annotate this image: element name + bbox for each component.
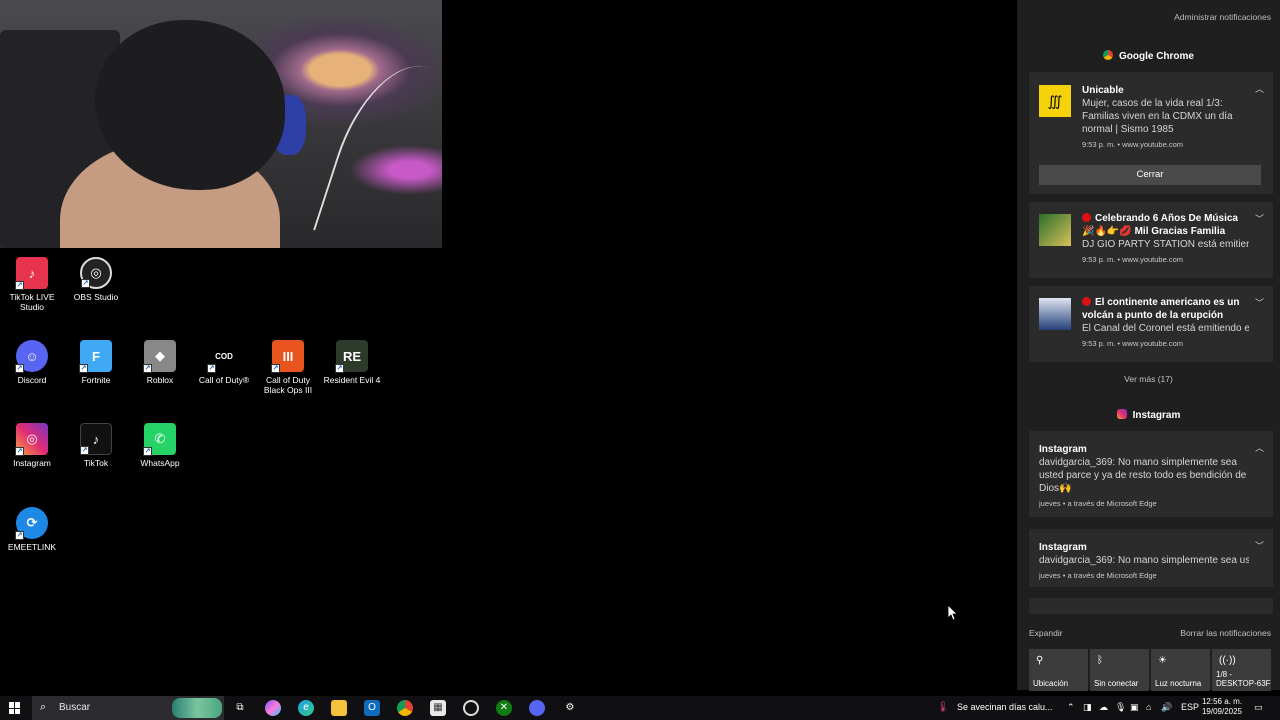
chevron-up-icon[interactable]: ⌃ <box>1067 702 1075 713</box>
tiktok-live-icon: ♪ ↗ <box>15 257 48 290</box>
bluetooth-icon: ᛒ <box>1097 655 1103 666</box>
thermometer-icon: 🌡 <box>936 702 950 713</box>
sun-icon: ☀ <box>1158 655 1167 666</box>
windows-start-icon[interactable] <box>9 702 21 714</box>
project-icon: ((·)) <box>1219 655 1236 666</box>
webcam-overlay <box>0 0 442 248</box>
onedrive-icon[interactable]: ☁ <box>1099 702 1108 713</box>
roblox-icon: ◆ ↗ <box>143 340 176 373</box>
whatsapp-icon: ✆ ↗ <box>143 423 176 456</box>
settings-gear-icon[interactable]: ⚙ <box>562 700 578 716</box>
xbox-icon[interactable]: ✕ <box>496 700 512 716</box>
notification-card-unicable[interactable]: ∭ Unicable Mujer, casos de la vida real … <box>1029 72 1273 194</box>
taskbar: ⌕ Buscar ⧉ e O ▦ ✕ ⚙ 🌡 Se avecinan días … <box>0 696 1280 720</box>
channel-avatar <box>1039 214 1071 246</box>
instagram-group-header[interactable]: Instagram <box>1017 409 1280 421</box>
notification-card-instagram-2[interactable]: Instagram davidgarcia_369: No mano simpl… <box>1029 529 1273 587</box>
desktop-icon-call-of-duty[interactable]: COD ↗ Call of Duty® <box>192 340 256 385</box>
desktop-icon-instagram[interactable]: ◎ ↗ Instagram <box>0 423 64 468</box>
desktop-icon-tiktok-live-studio[interactable]: ♪ ↗ TikTok LIVE Studio <box>0 257 64 312</box>
collapse-chevron-icon[interactable]: ︿ <box>1255 82 1264 95</box>
resident-evil-icon: RE ↗ <box>335 340 368 373</box>
instagram-icon: ◎ ↗ <box>15 423 48 456</box>
quick-action-project[interactable]: ((·)) 1/8 - DESKTOP-63F <box>1212 649 1271 691</box>
close-notification-button[interactable]: Cerrar <box>1039 165 1261 185</box>
clock[interactable]: 12:56 a. m. 19/09/2025 <box>1200 697 1244 717</box>
clear-all-notifications-button[interactable]: Borrar las notificaciones <box>1180 628 1271 638</box>
expand-chevron-icon[interactable]: ﹀ <box>1255 296 1264 309</box>
quick-action-night-light[interactable]: ☀ Luz nocturna <box>1151 649 1210 691</box>
instagram-icon <box>1116 409 1127 419</box>
manage-notifications-link[interactable]: Administrar notificaciones <box>1174 12 1271 22</box>
desktop-icon-obs-studio[interactable]: ◎ ↗ OBS Studio <box>64 257 128 302</box>
copilot-icon[interactable] <box>265 700 281 716</box>
notification-card-dj-gio[interactable]: Celebrando 6 Años De Música 🎉🔥👉💋 Mil Gra… <box>1029 202 1273 278</box>
quick-action-location[interactable]: ⚲ Ubicación <box>1029 649 1088 691</box>
outlook-icon[interactable]: O <box>364 700 380 716</box>
taskbar-search[interactable]: ⌕ Buscar <box>32 696 224 720</box>
notification-card-partial[interactable] <box>1029 598 1273 614</box>
microphone-icon[interactable]: 🎙 <box>1115 702 1126 713</box>
notification-card-instagram-1[interactable]: Instagram davidgarcia_369: No mano simpl… <box>1029 431 1273 517</box>
obs-icon[interactable] <box>463 700 479 716</box>
expand-button[interactable]: Expandir <box>1029 628 1063 638</box>
live-dot-icon <box>1082 297 1091 306</box>
desktop-icon-discord[interactable]: ☺ ↗ Discord <box>0 340 64 385</box>
edge-icon[interactable]: e <box>298 700 314 716</box>
search-icon: ⌕ <box>40 701 47 713</box>
tray-app-icon[interactable]: ▣ <box>1130 702 1139 713</box>
tiktok-icon: ♪ ↗ <box>80 423 112 455</box>
tray-camera-icon[interactable]: ◨ <box>1083 702 1092 713</box>
weather-widget[interactable]: Se avecinan días calu... <box>957 702 1053 712</box>
notification-card-coronel[interactable]: El continente americano es un volcán a p… <box>1029 286 1273 362</box>
see-more-link[interactable]: Ver más (17) <box>1017 374 1280 384</box>
desktop-icon-resident-evil-4[interactable]: RE ↗ Resident Evil 4 <box>320 340 384 385</box>
chrome-icon[interactable] <box>397 700 413 716</box>
desktop-icon-roblox[interactable]: ◆ ↗ Roblox <box>128 340 192 385</box>
action-center: Administrar notificaciones Google Chrome… <box>1017 0 1280 691</box>
quick-action-bluetooth[interactable]: ᛒ Sin conectar <box>1090 649 1149 691</box>
network-icon[interactable]: ⌂ <box>1146 702 1151 712</box>
desktop-icon-emeetlink[interactable]: ⟳ ↗ EMEETLINK <box>0 507 64 552</box>
obs-icon: ◎ ↗ <box>80 257 112 289</box>
collapse-chevron-icon[interactable]: ︿ <box>1255 441 1264 454</box>
black-ops-icon: III ↗ <box>271 340 304 373</box>
emeetlink-icon: ⟳ ↗ <box>15 507 48 540</box>
desktop-icon-tiktok[interactable]: ♪ ↗ TikTok <box>64 423 128 468</box>
file-explorer-icon[interactable] <box>331 700 347 716</box>
search-highlight-image <box>172 698 222 718</box>
desktop-icon-black-ops-iii[interactable]: III ↗ Call of Duty Black Ops III <box>256 340 320 395</box>
task-view-icon[interactable]: ⧉ <box>232 700 248 716</box>
expand-chevron-icon[interactable]: ﹀ <box>1255 539 1264 552</box>
chrome-icon <box>1102 50 1113 60</box>
discord-icon[interactable] <box>529 700 545 716</box>
chrome-group-header[interactable]: Google Chrome <box>1017 50 1280 62</box>
live-dot-icon <box>1082 213 1091 222</box>
language-indicator[interactable]: ESP <box>1181 702 1199 712</box>
store-icon[interactable]: ▦ <box>430 700 446 716</box>
discord-icon: ☺ ↗ <box>15 340 48 373</box>
location-icon: ⚲ <box>1036 655 1044 666</box>
desktop-icon-fortnite[interactable]: F ↗ Fortnite <box>64 340 128 385</box>
desktop-icon-whatsapp[interactable]: ✆ ↗ WhatsApp <box>128 423 192 468</box>
fortnite-icon: F ↗ <box>79 340 112 373</box>
unicable-logo-icon: ∭ <box>1039 85 1071 117</box>
channel-avatar <box>1039 298 1071 330</box>
volume-icon[interactable]: 🔊 <box>1161 702 1172 713</box>
desktop: ♪ ↗ TikTok LIVE Studio ◎ ↗ OBS Studio ☺ ↗ D… <box>0 0 1017 690</box>
call-of-duty-icon: COD ↗ <box>207 340 240 373</box>
action-center-icon[interactable]: ▭ <box>1254 702 1263 713</box>
expand-chevron-icon[interactable]: ﹀ <box>1255 212 1264 225</box>
